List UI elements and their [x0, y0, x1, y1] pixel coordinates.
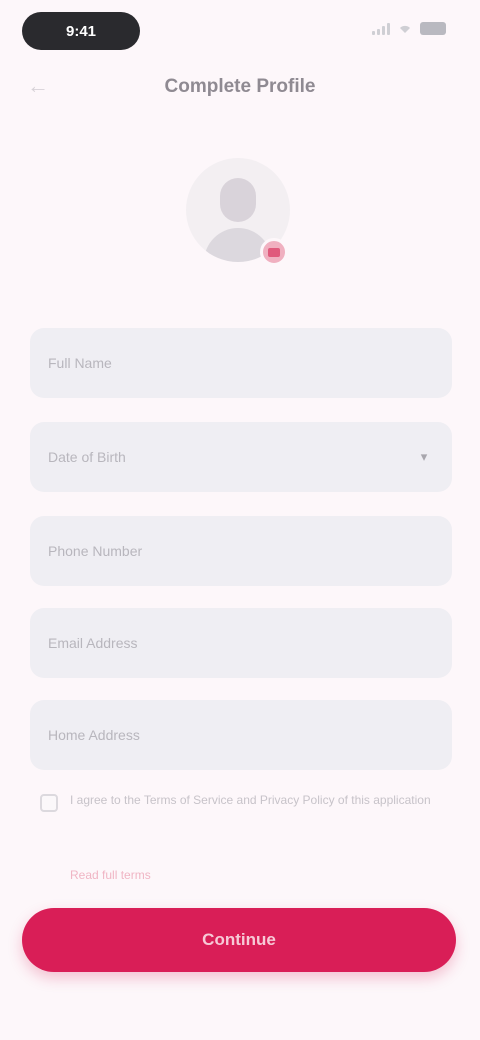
user-silhouette-icon: [220, 178, 256, 222]
signal-icon: [372, 22, 390, 35]
wifi-icon: [400, 25, 410, 33]
header: ← Complete Profile: [0, 60, 480, 112]
home-address-field[interactable]: Home Address: [30, 700, 452, 770]
terms-text: I agree to the Terms of Service and Priv…: [70, 793, 431, 807]
terms-checkbox[interactable]: [40, 794, 58, 812]
camera-icon[interactable]: [260, 238, 288, 266]
full-name-field[interactable]: Full Name: [30, 328, 452, 398]
home-address-label: Home Address: [48, 727, 140, 743]
status-time: 9:41: [22, 12, 140, 50]
date-of-birth-field[interactable]: Date of Birth ▾: [30, 422, 452, 492]
status-bar: 9:41: [0, 0, 480, 64]
chevron-down-icon[interactable]: ▾: [414, 448, 434, 466]
date-of-birth-label: Date of Birth: [48, 449, 126, 465]
email-address-label: Email Address: [48, 635, 138, 651]
phone-number-field[interactable]: Phone Number: [30, 516, 452, 586]
full-name-label: Full Name: [48, 355, 112, 371]
continue-button[interactable]: Continue: [22, 908, 456, 972]
status-icons: [372, 22, 446, 35]
avatar-picker[interactable]: [186, 158, 296, 276]
battery-icon: [420, 22, 446, 35]
terms-row: I agree to the Terms of Service and Priv…: [40, 790, 440, 840]
profile-screen: 9:41 ← Complete Profile Full Name Date o…: [0, 0, 480, 1040]
terms-link[interactable]: Read full terms: [70, 868, 151, 882]
page-title: Complete Profile: [164, 76, 316, 97]
email-address-field[interactable]: Email Address: [30, 608, 452, 678]
phone-number-label: Phone Number: [48, 543, 143, 559]
camera-glyph: [268, 247, 280, 257]
